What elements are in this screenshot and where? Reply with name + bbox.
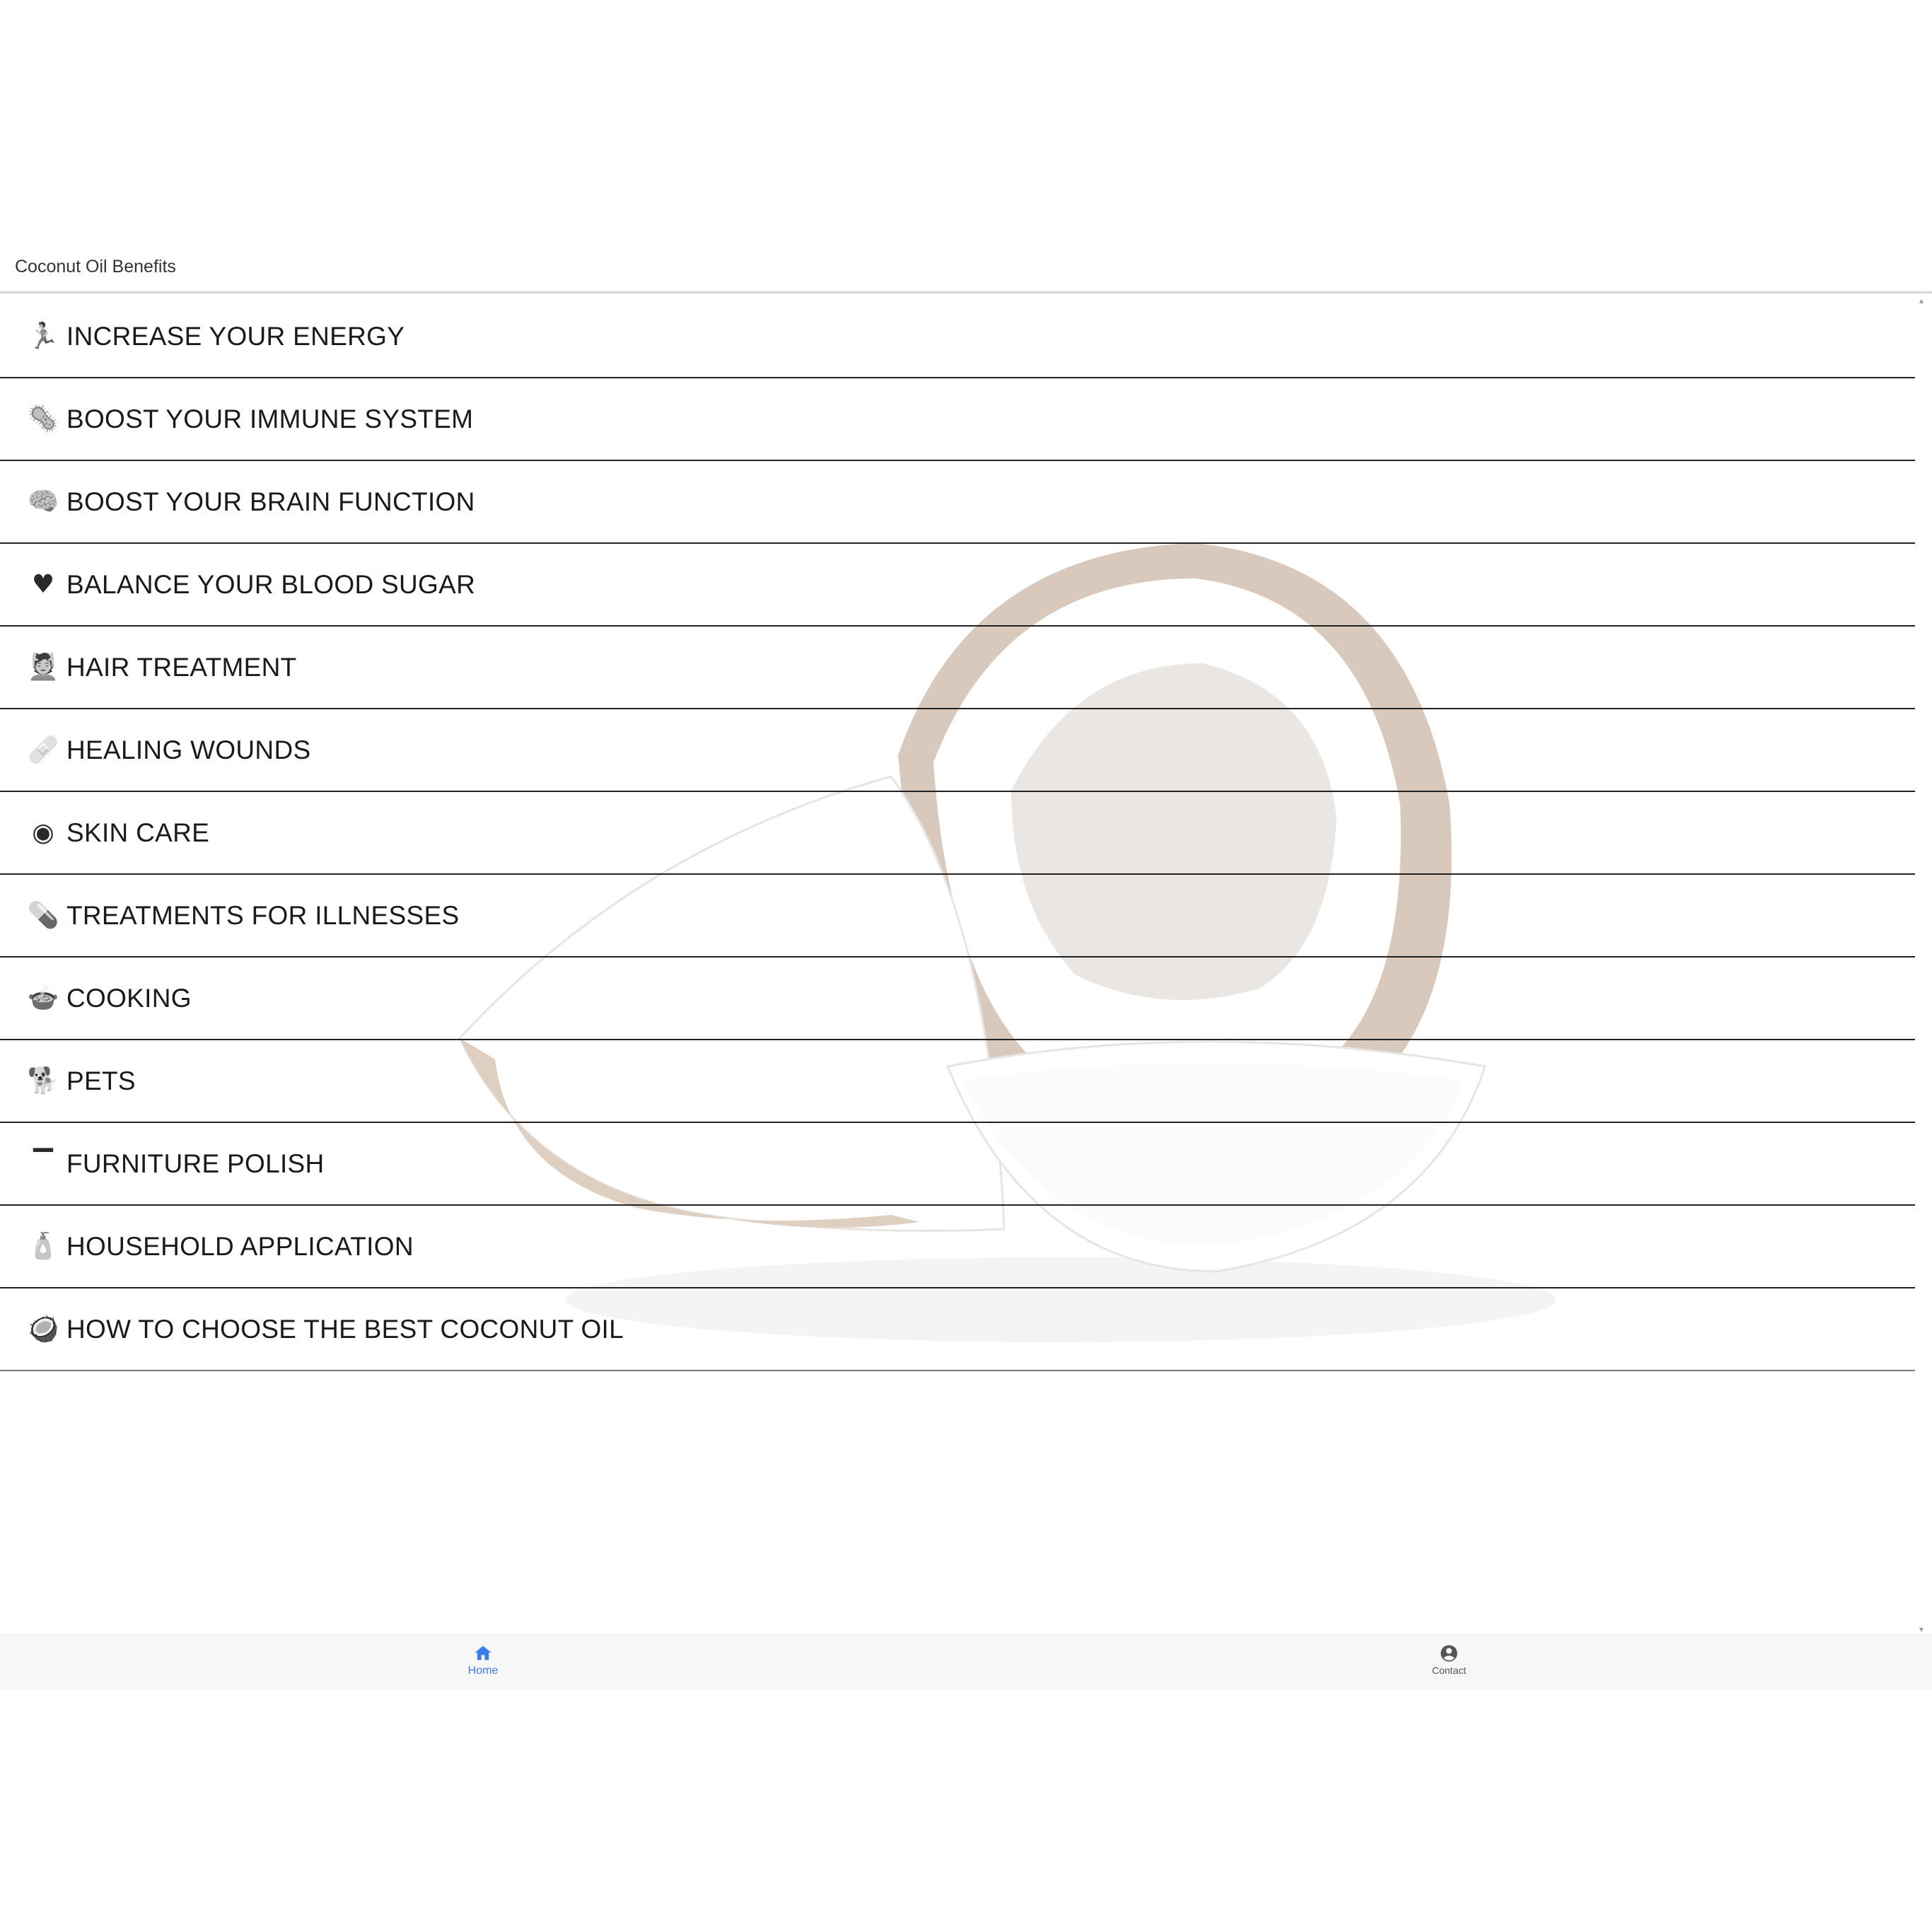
list-item-skin-care[interactable]: ◉ SKIN CARE [0,792,1915,875]
skin-icon: ◉ [32,817,54,847]
tab-home-label: Home [467,1665,499,1677]
list-item-label: FURNITURE POLISH [66,1148,325,1178]
brain-icon: 🧠 [27,487,59,516]
person-circle-icon [1441,1645,1457,1662]
list-item-label: TREATMENTS FOR ILLNESSES [66,900,460,930]
app-window: Coconut Oil Benefits 🏃 INCREASE YOUR ENE… [0,0,1932,1932]
bottom-tab-bar: Home Contact [0,1634,1932,1690]
list-item-label: HOUSEHOLD APPLICATION [66,1231,414,1261]
list-item-increase-energy[interactable]: 🏃 INCREASE YOUR ENERGY [0,296,1915,378]
list-item-furniture-polish[interactable]: ▔ FURNITURE POLISH [0,1123,1915,1206]
list-item-hair-treatment[interactable]: 💆 HAIR TREATMENT [0,627,1915,709]
list-item-label: SKIN CARE [66,817,210,847]
tab-contact[interactable]: Contact [966,1635,1932,1690]
hair-care-icon: 💆 [27,652,59,682]
list-item-immune-system[interactable]: 🦠 BOOST YOUR IMMUNE SYSTEM [0,378,1915,461]
benefits-list: 🏃 INCREASE YOUR ENERGY 🦠 BOOST YOUR IMMU… [0,296,1915,1371]
app-title: Coconut Oil Benefits [15,257,176,277]
tab-home[interactable]: Home [0,1635,966,1690]
list-item-choose-coconut-oil[interactable]: 🥥 HOW TO CHOOSE THE BEST COCONUT OIL [0,1288,1915,1371]
list-item-label: COOKING [66,983,192,1013]
list-item-label: BOOST YOUR BRAIN FUNCTION [66,487,475,516]
list-item-household-application[interactable]: 🧴 HOUSEHOLD APPLICATION [0,1206,1915,1288]
list-item-healing-wounds[interactable]: 🩹 HEALING WOUNDS [0,709,1915,792]
list-item-label: INCREASE YOUR ENERGY [66,321,405,351]
bandage-icon: 🩹 [27,735,59,764]
scroll-up-icon[interactable]: ▴ [1919,296,1924,305]
list-item-label: HAIR TREATMENT [66,652,297,682]
list-item-blood-sugar[interactable]: ♥ BALANCE YOUR BLOOD SUGAR [0,544,1915,627]
main-content[interactable]: 🏃 INCREASE YOUR ENERGY 🦠 BOOST YOUR IMMU… [0,296,1915,1634]
dog-icon: 🐕 [27,1066,59,1095]
coconut-icon: 🥥 [27,1314,59,1344]
scroll-down-icon[interactable]: ▾ [1919,1624,1924,1634]
list-item-cooking[interactable]: 🍲 COOKING [0,958,1915,1040]
list-item-label: PETS [66,1066,136,1095]
vertical-scrollbar[interactable]: ▴ ▾ [1915,296,1932,1634]
microbe-icon: 🦠 [27,404,59,433]
header-bar: Coconut Oil Benefits [0,244,1932,293]
list-item-brain-function[interactable]: 🧠 BOOST YOUR BRAIN FUNCTION [0,461,1915,544]
exercise-icon: 🏃 [27,321,59,351]
list-item-label: BALANCE YOUR BLOOD SUGAR [66,569,476,599]
cooking-pot-icon: 🍲 [27,983,59,1013]
list-item-pets[interactable]: 🐕 PETS [0,1040,1915,1123]
list-item-label: HEALING WOUNDS [66,735,311,764]
table-icon: ▔ [33,1148,53,1178]
tab-contact-label: Contact [1431,1665,1467,1676]
home-icon [475,1646,491,1660]
list-item-label: HOW TO CHOOSE THE BEST COCONUT OIL [66,1314,624,1344]
list-item-label: BOOST YOUR IMMUNE SYSTEM [66,404,474,433]
household-icon: 🧴 [27,1231,59,1261]
medicine-bottle-icon: 💊 [27,900,59,930]
list-item-illness-treatments[interactable]: 💊 TREATMENTS FOR ILLNESSES [0,875,1915,958]
heart-icon: ♥ [31,569,55,599]
